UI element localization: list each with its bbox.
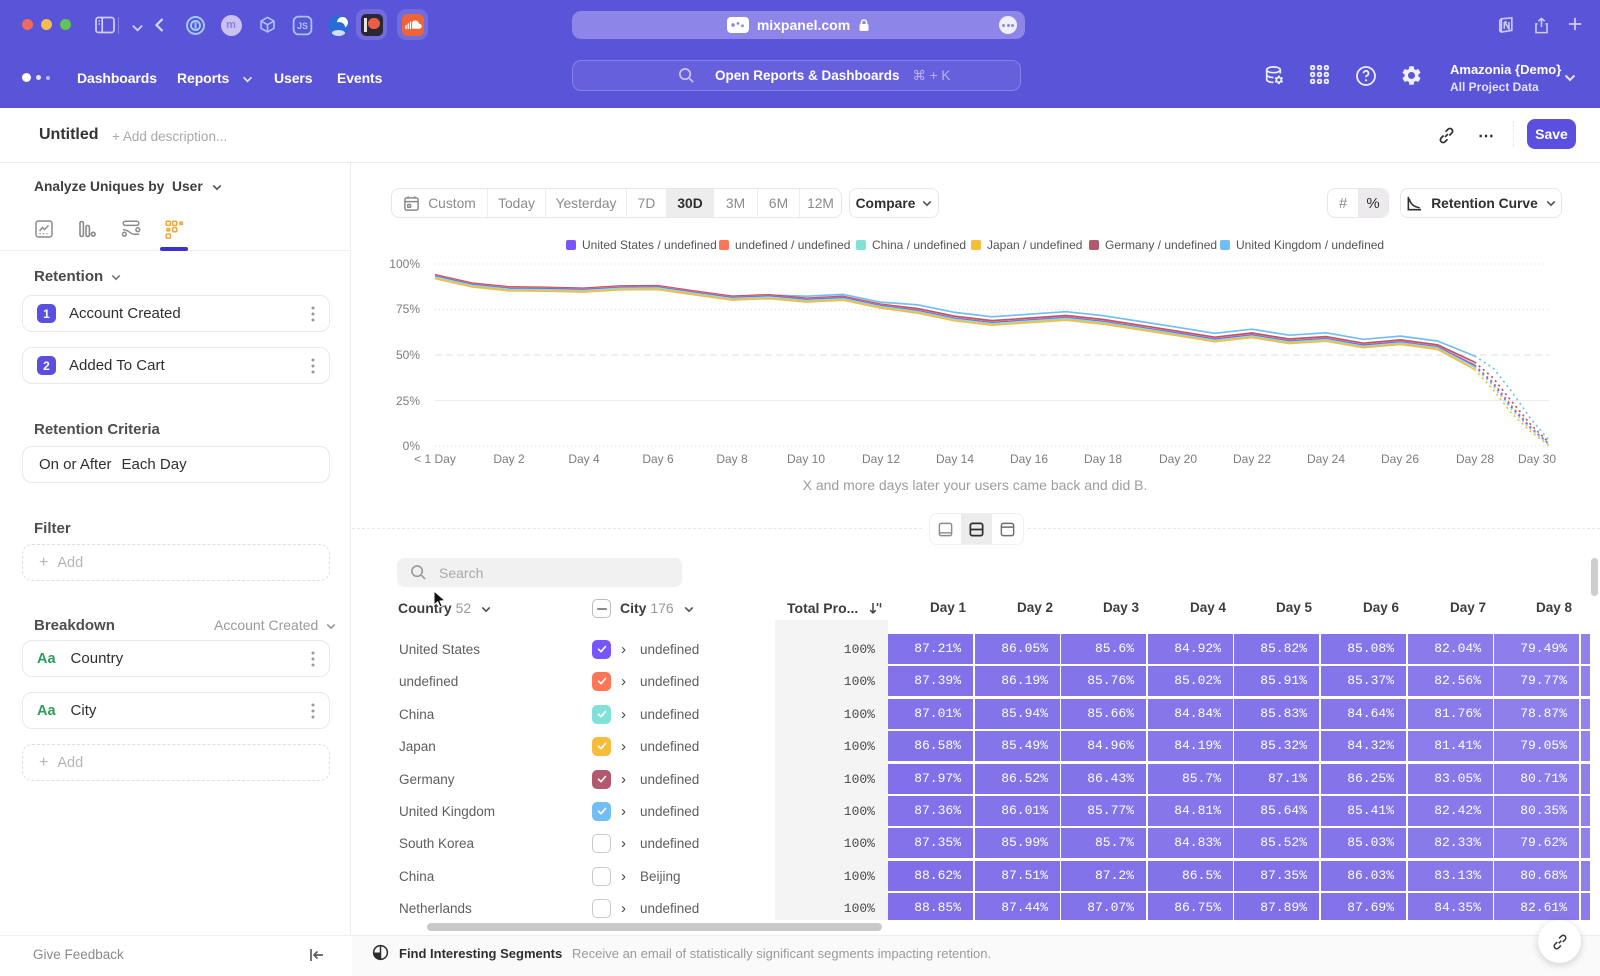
svg-text:JS: JS bbox=[297, 21, 308, 31]
